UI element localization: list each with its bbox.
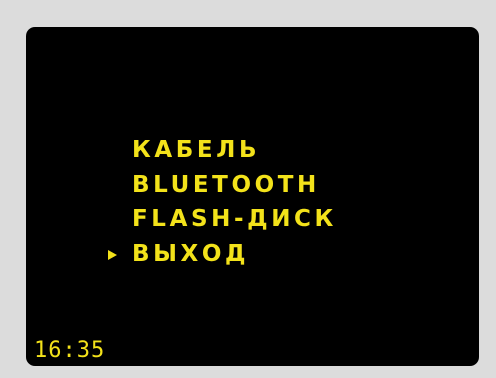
menu-item-bluetooth[interactable]: BLUETOOTH (132, 168, 337, 203)
menu-item-label: КАБЕЛЬ (132, 137, 261, 163)
menu-item-cable[interactable]: КАБЕЛЬ (132, 133, 337, 168)
menu-item-label: FLASH-ДИСК (132, 206, 337, 232)
menu-item-label: BLUETOOTH (132, 171, 320, 198)
menu-item-label: ВЫХОД (132, 240, 250, 267)
menu-item-exit[interactable]: ВЫХОД (108, 237, 337, 272)
connection-menu: КАБЕЛЬ BLUETOOTH FLASH-ДИСК ВЫХОД (108, 133, 337, 272)
device-screen: КАБЕЛЬ BLUETOOTH FLASH-ДИСК ВЫХОД 16:35 (26, 27, 479, 366)
clock-time: 16:35 (34, 338, 106, 363)
menu-item-flash-disk[interactable]: FLASH-ДИСК (132, 202, 337, 237)
pointer-icon (108, 249, 117, 260)
